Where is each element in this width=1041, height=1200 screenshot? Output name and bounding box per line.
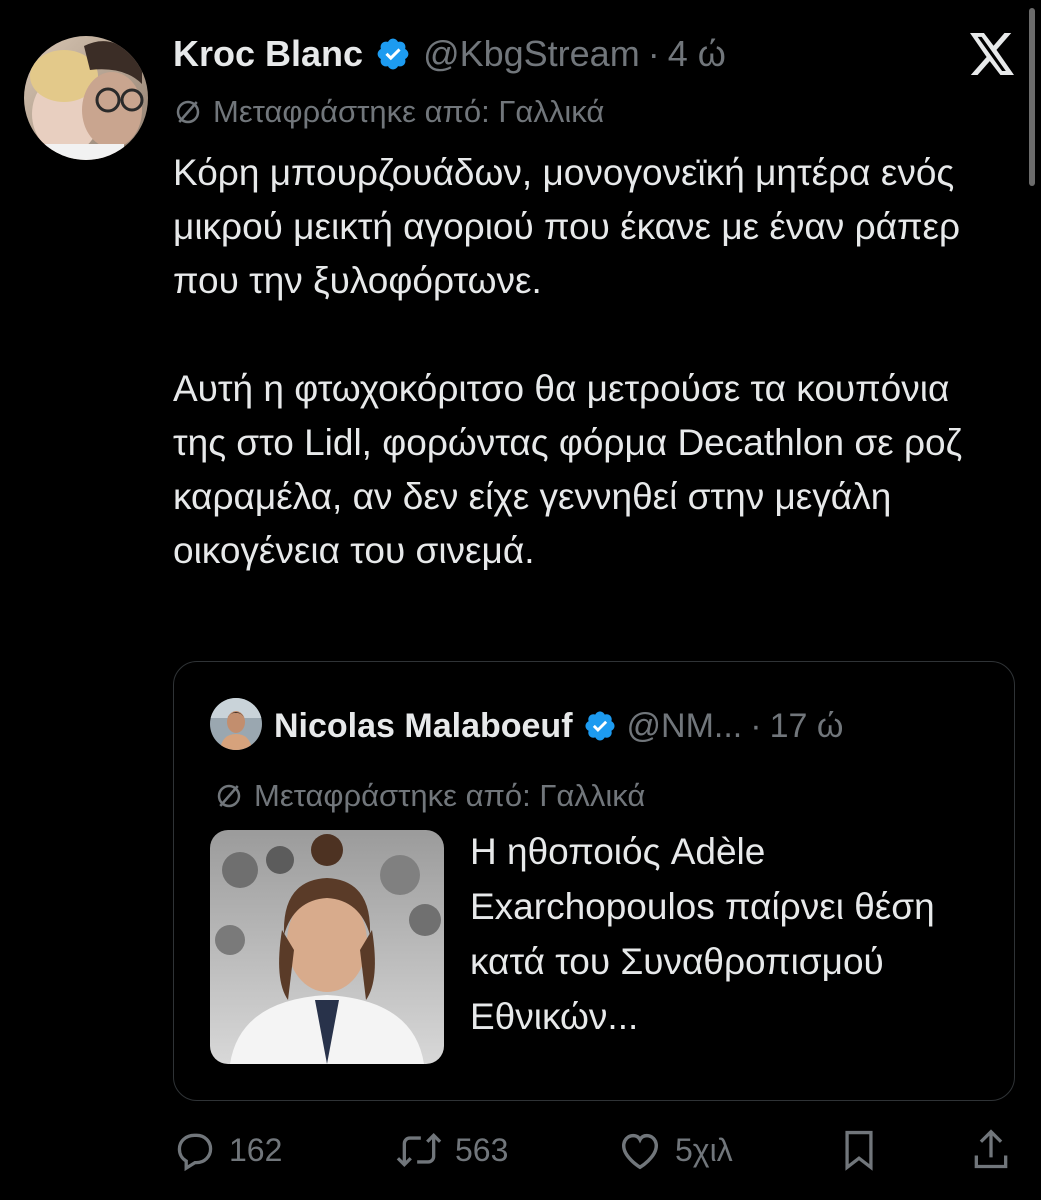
quoted-header-separator: · xyxy=(750,706,762,745)
verified-badge-icon[interactable] xyxy=(583,709,617,743)
translated-from-label[interactable]: Μεταφράστηκε από: Γαλλικά xyxy=(173,92,604,132)
author-handle[interactable]: @KbgStream xyxy=(423,33,640,75)
translate-icon xyxy=(176,100,200,124)
share-icon xyxy=(974,1129,1008,1169)
quoted-tweet-timestamp[interactable]: 17 ώ xyxy=(770,707,844,746)
translate-icon xyxy=(217,784,241,808)
quoted-translated-from-label[interactable]: Μεταφράστηκε από: Γαλλικά xyxy=(214,776,645,816)
repost-icon xyxy=(396,1132,442,1168)
quoted-tweet-image[interactable] xyxy=(210,830,444,1064)
translated-from-text: Μεταφράστηκε από: Γαλλικά xyxy=(213,94,605,129)
quoted-translated-from-text: Μεταφράστηκε από: Γαλλικά xyxy=(254,778,646,813)
quoted-author-display-name[interactable]: Nicolas Malaboeuf xyxy=(274,707,573,746)
like-icon xyxy=(621,1133,659,1170)
quoted-tweet-text: Η ηθοποιός Adèle Exarchopoulos παίρνει θ… xyxy=(470,831,935,1037)
reply-count: 162 xyxy=(229,1131,283,1168)
bookmark-icon xyxy=(845,1130,873,1171)
reply-icon xyxy=(177,1133,213,1172)
reply-button[interactable]: 162 xyxy=(173,1124,282,1176)
repost-button[interactable]: 563 xyxy=(395,1124,508,1176)
share-button[interactable] xyxy=(971,1124,1023,1176)
bookmark-button[interactable] xyxy=(839,1124,891,1176)
quoted-author-handle[interactable]: @NM... xyxy=(627,707,743,746)
x-logo-icon[interactable] xyxy=(968,32,1016,76)
tweet-paragraph-1: Κόρη μπουρζουάδων, μονογονεϊκή μητέρα εν… xyxy=(173,152,961,301)
verified-badge-icon[interactable] xyxy=(375,36,411,72)
author-avatar[interactable] xyxy=(24,36,148,160)
quoted-tweet-header: Nicolas Malaboeuf @NM... · 17 ώ xyxy=(274,704,843,748)
header-separator: · xyxy=(647,33,660,74)
tweet-header: Kroc Blanc @KbgStream · 4 ώ xyxy=(173,30,726,78)
like-count: 5χιλ xyxy=(675,1131,733,1168)
scrollbar[interactable] xyxy=(1029,8,1035,186)
tweet-paragraph-2: Αυτή η φτωχοκόριτσο θα μετρούσε τα κουπό… xyxy=(173,368,962,571)
like-button[interactable]: 5χιλ xyxy=(617,1124,733,1176)
tweet-timestamp[interactable]: 4 ώ xyxy=(668,33,726,75)
tweet-body: Κόρη μπουρζουάδων, μονογονεϊκή μητέρα εν… xyxy=(173,146,1003,578)
repost-count: 563 xyxy=(455,1131,509,1168)
author-display-name[interactable]: Kroc Blanc xyxy=(173,33,363,75)
quoted-author-avatar[interactable] xyxy=(210,698,262,750)
quoted-tweet-card[interactable]: Nicolas Malaboeuf @NM... · 17 ώ Μεταφράσ… xyxy=(173,661,1015,1101)
tweet-actions-bar: 162 563 5χιλ xyxy=(173,1124,1015,1176)
